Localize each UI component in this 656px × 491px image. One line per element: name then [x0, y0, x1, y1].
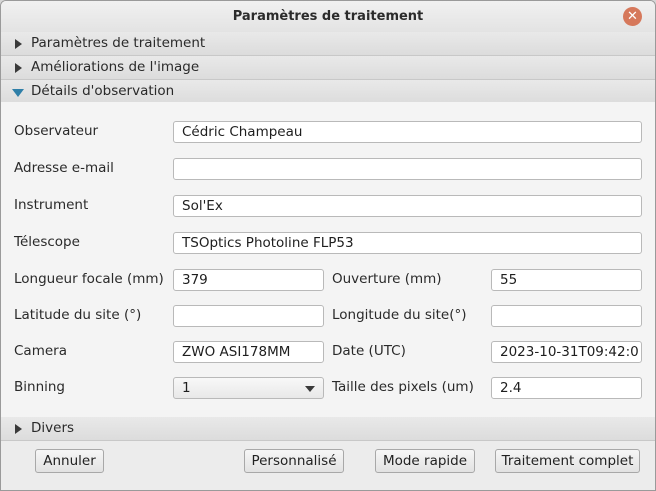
- binning-select[interactable]: 1: [173, 377, 324, 399]
- telescope-label: Télescope: [14, 234, 80, 250]
- telescope-field[interactable]: TSOptics Photoline FLP53: [173, 232, 642, 254]
- triangle-down-icon: [12, 89, 24, 97]
- section-label: Améliorations de l'image: [31, 59, 200, 75]
- cancel-button[interactable]: Annuler: [35, 449, 104, 473]
- triangle-right-icon: [15, 424, 22, 434]
- window-title: Paramètres de traitement: [232, 9, 424, 24]
- section-label: Divers: [31, 420, 75, 436]
- observer-field[interactable]: Cédric Champeau: [173, 121, 642, 143]
- longitude-label: Longitude du site(°): [332, 307, 467, 323]
- triangle-right-icon: [15, 39, 22, 49]
- triangle-right-icon: [15, 63, 22, 73]
- close-button[interactable]: ✕: [623, 7, 642, 26]
- custom-button[interactable]: Personnalisé: [244, 449, 344, 473]
- section-parametres-traitement[interactable]: Paramètres de traitement: [1, 32, 655, 56]
- email-field[interactable]: [173, 158, 642, 180]
- aperture-label: Ouverture (mm): [332, 271, 442, 287]
- date-label: Date (UTC): [332, 343, 406, 359]
- binning-label: Binning: [14, 379, 66, 395]
- quick-mode-button[interactable]: Mode rapide: [375, 449, 475, 473]
- focal-length-field[interactable]: 379: [173, 269, 324, 291]
- aperture-field[interactable]: 55: [491, 269, 642, 291]
- observer-label: Observateur: [14, 123, 99, 139]
- longitude-field[interactable]: [491, 305, 642, 327]
- camera-field[interactable]: ZWO ASI178MM: [173, 341, 324, 363]
- close-icon: ✕: [627, 9, 638, 24]
- instrument-field[interactable]: Sol'Ex: [173, 195, 642, 217]
- chevron-down-icon: [305, 386, 315, 392]
- focal-length-label: Longueur focale (mm): [14, 271, 164, 287]
- pixel-size-label: Taille des pixels (um): [332, 379, 474, 395]
- instrument-label: Instrument: [14, 197, 89, 213]
- button-bar: Annuler Personnalisé Mode rapide Traitem…: [1, 441, 655, 490]
- section-ameliorations-image[interactable]: Améliorations de l'image: [1, 56, 655, 80]
- dialog-window: Paramètres de traitement ✕ Paramètres de…: [0, 0, 656, 491]
- section-label: Paramètres de traitement: [31, 35, 206, 51]
- section-divers[interactable]: Divers: [1, 417, 655, 441]
- pixel-size-field[interactable]: 2.4: [491, 377, 642, 399]
- observation-details-panel: Observateur Cédric Champeau Adresse e-ma…: [1, 102, 655, 416]
- section-details-observation[interactable]: Détails d'observation: [1, 80, 655, 104]
- latitude-label: Latitude du site (°): [14, 307, 142, 323]
- section-label: Détails d'observation: [31, 83, 175, 99]
- email-label: Adresse e-mail: [14, 160, 114, 176]
- latitude-field[interactable]: [173, 305, 324, 327]
- camera-label: Camera: [14, 343, 67, 359]
- binning-value: 1: [182, 380, 191, 396]
- title-bar[interactable]: Paramètres de traitement ✕: [1, 1, 655, 33]
- full-processing-button[interactable]: Traitement complet: [495, 449, 640, 473]
- date-field[interactable]: 2023-10-31T09:42:0: [491, 341, 642, 363]
